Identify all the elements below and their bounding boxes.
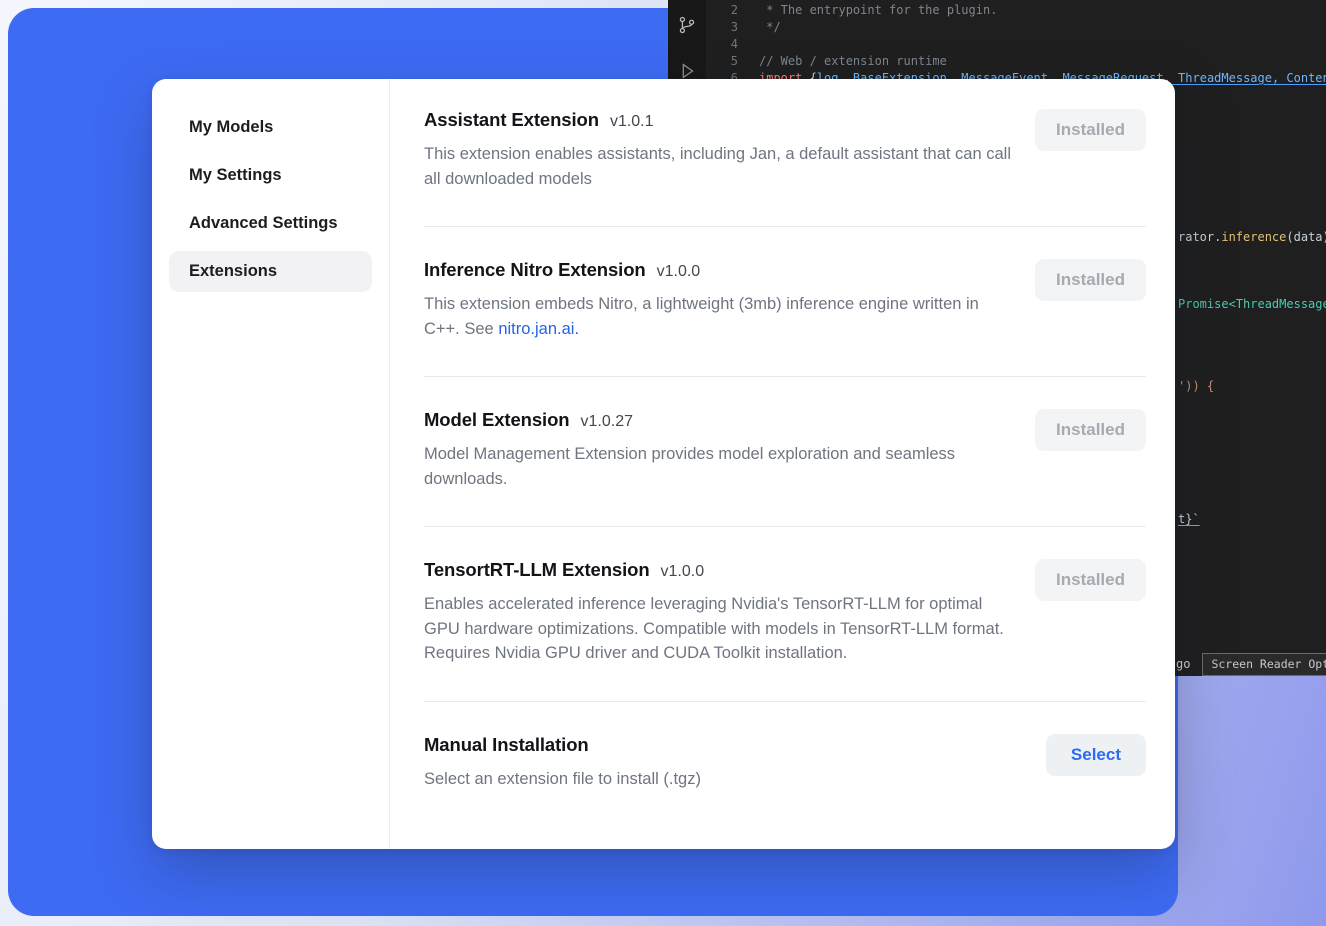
line-number: 3 [706,19,738,36]
extension-version: v1.0.0 [657,263,701,281]
extension-description: This extension embeds Nitro, a lightweig… [424,292,1018,341]
manual-installation-row: Manual Installation Select an extension … [424,702,1146,792]
extension-name: Assistant Extension [424,109,599,131]
line-number: 5 [706,53,738,70]
code-fragment: Promise<ThreadMessage> [1178,296,1326,313]
code-line: 5 // Web / extension runtime [706,53,1326,70]
select-file-button[interactable]: Select [1046,734,1146,776]
extension-row-model: Model Extension v1.0.27 Model Management… [424,377,1146,527]
sidebar-item-extensions[interactable]: Extensions [169,251,372,292]
nitro-jan-ai-link[interactable]: nitro.jan.ai. [498,320,579,338]
extension-row-nitro: Inference Nitro Extension v1.0.0 This ex… [424,227,1146,377]
extension-heading: Assistant Extension v1.0.1 [424,109,1018,131]
code-text: (data)); [1286,230,1326,244]
extension-info: Model Extension v1.0.27 Model Management… [424,409,1018,491]
source-control-icon[interactable] [674,12,700,38]
extension-heading: Inference Nitro Extension v1.0.0 [424,259,1018,281]
extension-description: Model Management Extension provides mode… [424,442,1018,491]
extension-row-tensorrt: TensortRT-LLM Extension v1.0.0 Enables a… [424,527,1146,702]
extension-name: TensortRT-LLM Extension [424,559,650,581]
extension-row-assistant: Assistant Extension v1.0.1 This extensio… [424,79,1146,227]
code-fragment: t}` [1178,511,1200,528]
extension-name: Model Extension [424,409,570,431]
line-number: 2 [706,2,738,19]
extensions-panel: Assistant Extension v1.0.1 This extensio… [390,79,1175,849]
installed-button[interactable]: Installed [1035,259,1146,301]
desktop: 2 * The entrypoint for the plugin. 3 */ … [0,0,1326,926]
installed-button[interactable]: Installed [1035,409,1146,451]
settings-sidebar: My Models My Settings Advanced Settings … [152,79,390,849]
extension-description: Enables accelerated inference leveraging… [424,592,1018,666]
sidebar-item-my-models[interactable]: My Models [169,107,372,148]
code-area[interactable]: 2 * The entrypoint for the plugin. 3 */ … [706,2,1326,87]
code-text: */ [759,19,781,36]
installed-button[interactable]: Installed [1035,109,1146,151]
screen-reader-status-badge[interactable]: Screen Reader Optimized [1202,653,1326,676]
extension-heading: Model Extension v1.0.27 [424,409,1018,431]
code-line: 3 */ [706,19,1326,36]
extension-info: Assistant Extension v1.0.1 This extensio… [424,109,1018,191]
code-fragment: ')) { [1178,378,1214,395]
code-text: // Web / extension runtime [759,53,947,70]
status-text: go [1176,656,1190,673]
extension-name: Inference Nitro Extension [424,259,646,281]
code-line: 2 * The entrypoint for the plugin. [706,2,1326,19]
settings-modal: My Models My Settings Advanced Settings … [152,79,1175,849]
extension-heading: TensortRT-LLM Extension v1.0.0 [424,559,1018,581]
manual-installation-title: Manual Installation [424,734,589,756]
extension-description: This extension enables assistants, inclu… [424,142,1018,191]
code-text: inference [1221,230,1286,244]
code-line: 4 [706,36,1326,53]
extension-heading: Manual Installation [424,734,1018,756]
code-text: * The entrypoint for the plugin. [759,2,997,19]
extension-info: TensortRT-LLM Extension v1.0.0 Enables a… [424,559,1018,666]
extension-version: v1.0.0 [661,563,705,581]
extension-version: v1.0.1 [610,113,654,131]
extension-version: v1.0.27 [581,413,633,431]
sidebar-item-my-settings[interactable]: My Settings [169,155,372,196]
extension-info: Inference Nitro Extension v1.0.0 This ex… [424,259,1018,341]
code-text: rator. [1178,230,1221,244]
manual-installation-description: Select an extension file to install (.tg… [424,767,1018,792]
extension-info: Manual Installation Select an extension … [424,734,1018,792]
code-fragment: rator.inference(data)); [1178,229,1326,246]
line-number: 4 [706,36,738,53]
sidebar-item-advanced-settings[interactable]: Advanced Settings [169,203,372,244]
installed-button[interactable]: Installed [1035,559,1146,601]
